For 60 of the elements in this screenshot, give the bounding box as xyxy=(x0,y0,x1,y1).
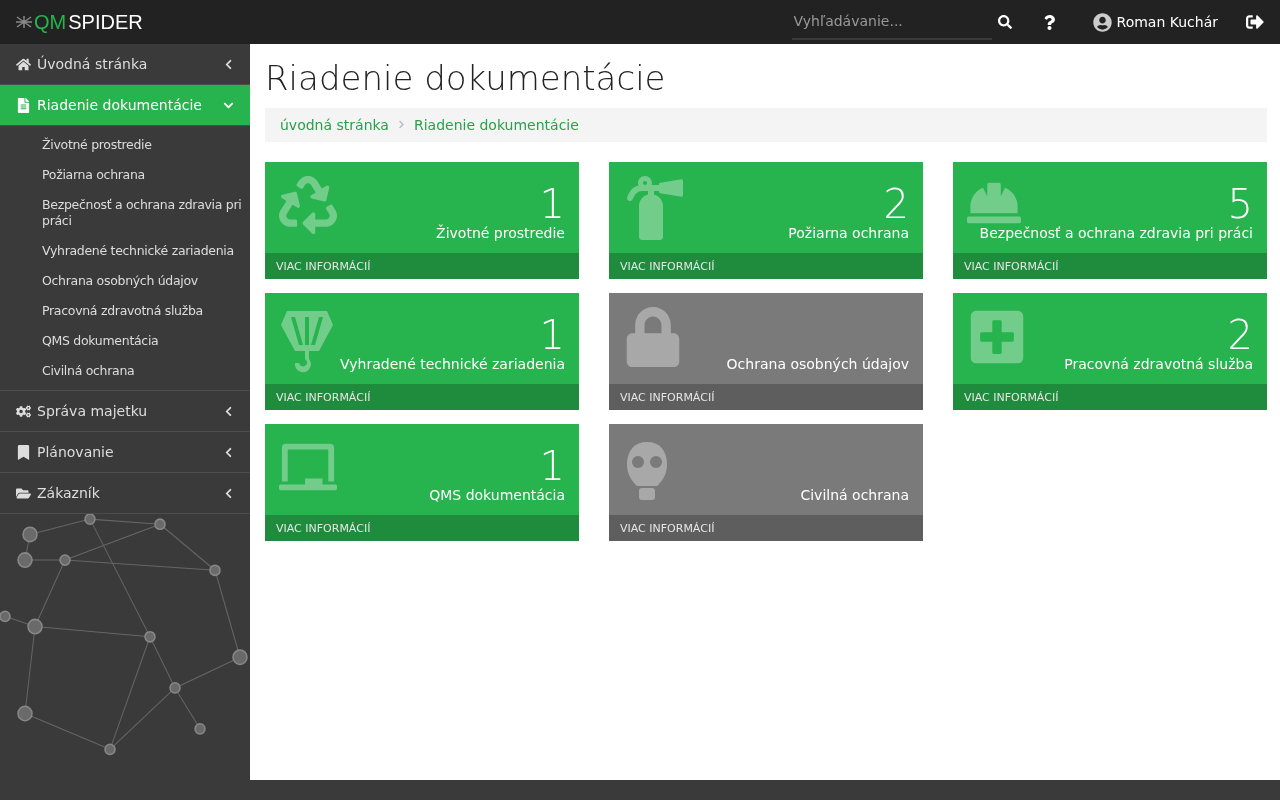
more-info-link[interactable]: VIAC INFORMÁCIÍ xyxy=(609,253,923,279)
more-info-link[interactable]: VIAC INFORMÁCIÍ xyxy=(953,253,1267,279)
chevron-left-icon xyxy=(223,446,234,458)
logout-icon[interactable] xyxy=(1246,13,1264,31)
chevron-left-icon xyxy=(223,58,234,70)
category-tile[interactable]: 1 Vyhradené technické zariadenia VIAC INFORMÁCIÍ xyxy=(265,293,579,410)
logo[interactable]: QMSPIDER xyxy=(16,10,143,34)
tile-count: 1 xyxy=(539,445,565,487)
spider-icon xyxy=(16,14,32,30)
category-tile[interactable]: 2 Pracovná zdravotná služba VIAC INFORMÁCIÍ xyxy=(953,293,1267,410)
tile-count: 1 xyxy=(539,183,565,225)
category-tile[interactable]: 1 Životné prostredie VIAC INFORMÁCIÍ xyxy=(265,162,579,279)
sidebar-subitem[interactable]: Požiarna ochrana xyxy=(42,160,250,190)
tile-label: Civilná ochrana xyxy=(800,487,909,503)
tile-label: Pracovná zdravotná služba xyxy=(1064,356,1253,372)
chevron-left-icon xyxy=(223,487,234,499)
bookmark-icon xyxy=(16,444,31,460)
sidebar-subitem[interactable]: Pracovná zdravotná služba xyxy=(42,296,250,326)
breadcrumb-link[interactable]: Riadenie dokumentácie xyxy=(413,117,579,133)
tile-label: Bezpečnosť a ochrana zdravia pri práci xyxy=(979,225,1253,241)
tile-label: Ochrana osobných údajov xyxy=(726,356,909,372)
category-tile[interactable]: 2 Požiarna ochrana VIAC INFORMÁCIÍ xyxy=(609,162,923,279)
search-icon[interactable] xyxy=(997,15,1012,29)
breadcrumb-link[interactable]: úvodná stránka xyxy=(280,117,389,133)
search-field[interactable]: Vyhľadávanie... xyxy=(791,4,992,40)
more-info-link[interactable]: VIAC INFORMÁCIÍ xyxy=(265,253,579,279)
home-icon xyxy=(16,56,31,72)
logo-text: SPIDER xyxy=(68,10,143,34)
tile-label: QMS dokumentácia xyxy=(429,487,565,503)
user-name[interactable]: Roman Kuchár xyxy=(1116,14,1218,30)
category-tile[interactable]: 5 Bezpečnosť a ochrana zdravia pri práci VIAC INFORMÁCIÍ xyxy=(953,162,1267,279)
more-info-link[interactable]: VIAC INFORMÁCIÍ xyxy=(265,384,579,410)
document-icon xyxy=(16,97,31,113)
gears-icon xyxy=(16,403,31,419)
page-title: Riadenie dokumentácie xyxy=(265,58,667,98)
sidebar-subitem[interactable]: Ochrana osobných údajov xyxy=(42,266,250,296)
avatar-icon xyxy=(1092,12,1112,32)
category-tile[interactable]: 1 QMS dokumentácia VIAC INFORMÁCIÍ xyxy=(265,424,579,541)
tile-count: 2 xyxy=(883,183,909,225)
more-info-link[interactable]: VIAC INFORMÁCIÍ xyxy=(609,384,923,410)
sidebar-subitem[interactable]: Civilná ochrana xyxy=(42,356,250,386)
logo-accent-text: QM xyxy=(34,10,67,34)
tile-count: 2 xyxy=(1227,314,1253,356)
category-tile[interactable]: Ochrana osobných údajov VIAC INFORMÁCIÍ xyxy=(609,293,923,410)
category-tile[interactable]: Civilná ochrana VIAC INFORMÁCIÍ xyxy=(609,424,923,541)
sidebar-subitem[interactable]: QMS dokumentácia xyxy=(42,326,250,356)
tile-count: 1 xyxy=(539,314,565,356)
tile-label: Požiarna ochrana xyxy=(788,225,909,241)
recycle-icon xyxy=(279,176,337,234)
more-info-link[interactable]: VIAC INFORMÁCIÍ xyxy=(953,384,1267,410)
chevron-left-icon xyxy=(223,405,234,417)
sidebar-subitem[interactable]: Bezpečnosť a ochrana zdravia pri práci xyxy=(42,190,250,236)
more-info-link[interactable]: VIAC INFORMÁCIÍ xyxy=(609,515,923,541)
sidebar-subitem[interactable]: Vyhradené technické zariadenia xyxy=(42,236,250,266)
sidebar-subitem[interactable]: Životné prostredie xyxy=(42,130,250,160)
tile-label: Životné prostredie xyxy=(436,225,565,241)
tile-count: 5 xyxy=(1227,183,1253,225)
more-info-link[interactable]: VIAC INFORMÁCIÍ xyxy=(265,515,579,541)
tile-label: Vyhradené technické zariadenia xyxy=(340,356,565,372)
sidebar-item[interactable]: Riadenie dokumentácie xyxy=(0,85,250,126)
